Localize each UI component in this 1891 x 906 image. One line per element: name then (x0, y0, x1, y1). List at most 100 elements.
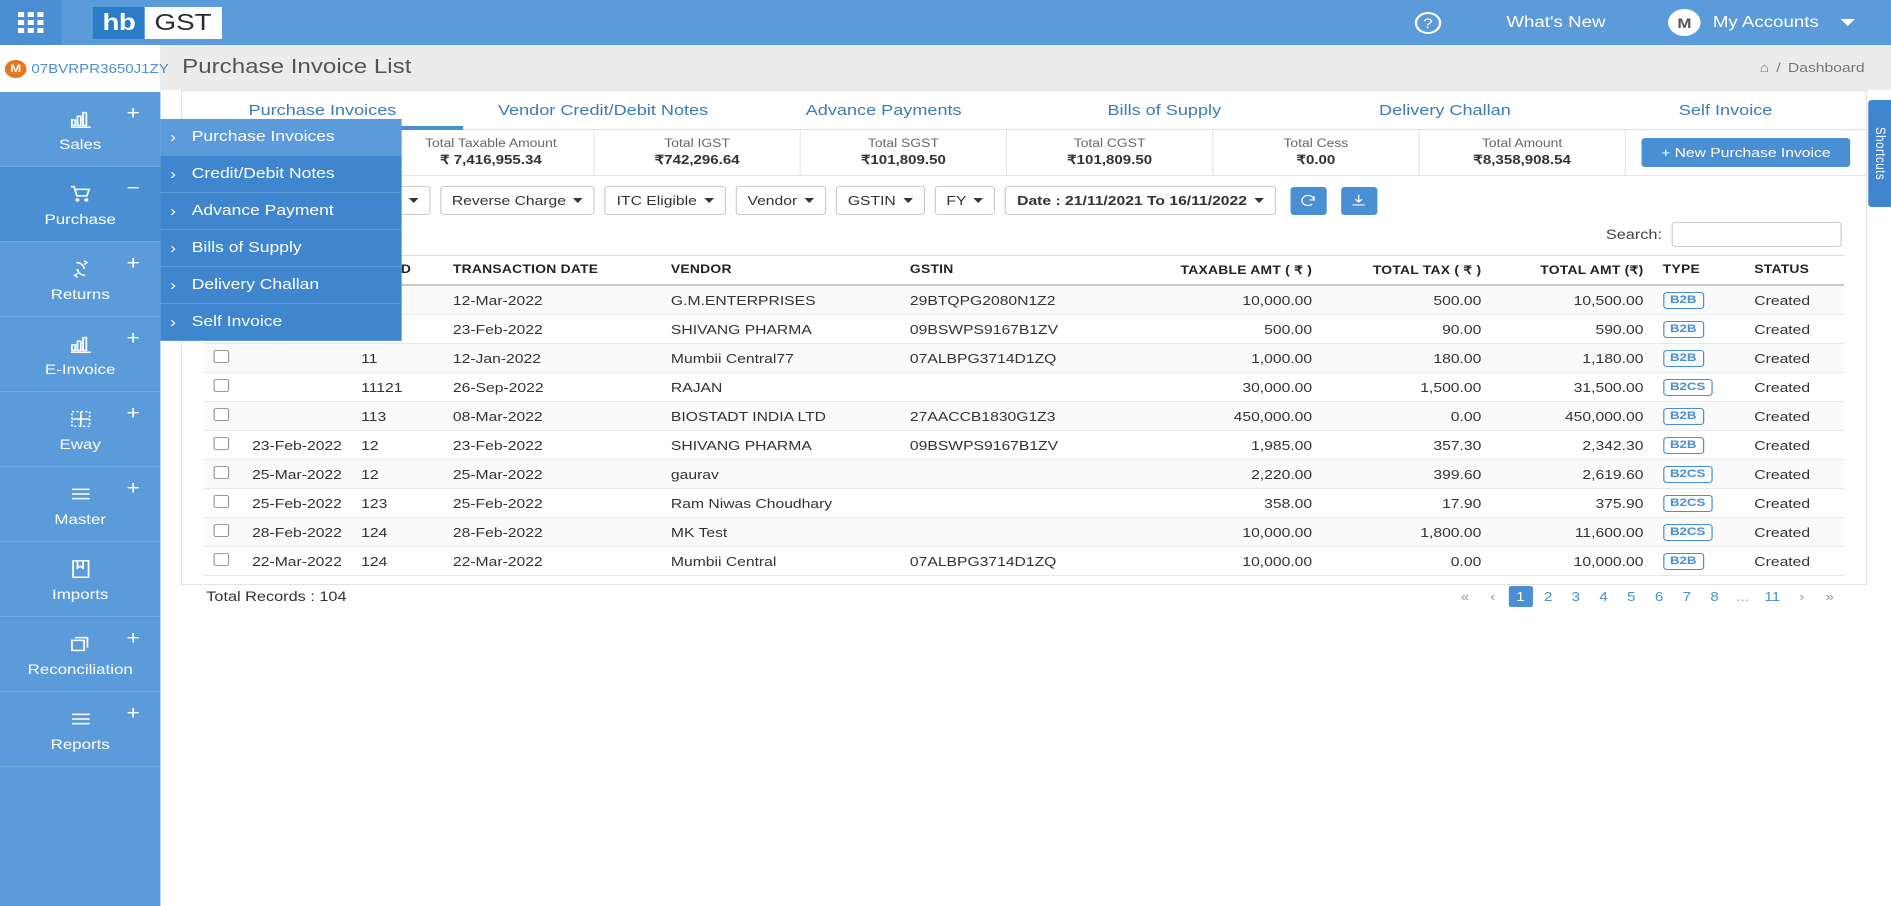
column-header-status[interactable]: STATUS (1744, 255, 1845, 286)
row-checkbox[interactable] (213, 553, 230, 566)
submenu-item-advance-payment[interactable]: › Advance Payment (160, 193, 402, 230)
apps-grid-button[interactable] (0, 0, 62, 45)
table-row[interactable]: 11 12-Jan-2022 Mumbii Central77 07ALBPG3714… (203, 343, 1845, 373)
page-button[interactable]: 8 (1703, 586, 1727, 607)
total-label: Total Cess (1283, 138, 1349, 150)
column-header-total_tax[interactable]: TOTAL TAX ( ₹ ) (1321, 255, 1491, 286)
cell-total_amt: 2,619.60 (1490, 459, 1654, 489)
search-input[interactable] (1671, 222, 1842, 247)
cell-status: Created (1744, 285, 1845, 315)
refresh-cycle-icon (67, 256, 94, 282)
table-row[interactable]: 22-Mar-2022 124 22-Mar-2022 Mumbii Central 0… (203, 546, 1845, 576)
tab-self-invoice[interactable]: Self Invoice (1585, 91, 1866, 129)
cell-type: B2B (1653, 546, 1745, 576)
expand-plus-icon[interactable]: + (127, 704, 140, 723)
table-row[interactable]: 0123-Feb-2022SHIVANG PHARMA09BSWPS9167B1… (203, 314, 1845, 344)
page-button[interactable]: 3 (1564, 586, 1588, 607)
sidebar-item-reconciliation[interactable]: Reconciliation + (0, 617, 161, 692)
home-icon[interactable]: ⌂ (1760, 60, 1769, 75)
expand-plus-icon[interactable]: + (127, 104, 140, 123)
row-checkbox[interactable] (213, 408, 230, 421)
filter-itc-eligible[interactable]: ITC Eligible (604, 186, 726, 215)
page-button[interactable]: 11 (1759, 586, 1787, 607)
sidebar-item-master[interactable]: Master + (0, 467, 161, 542)
sidebar-gstin-selector[interactable]: M 07BVRPR3650J1ZY (0, 45, 169, 92)
page-button[interactable]: 6 (1647, 586, 1671, 607)
column-header-type[interactable]: TYPE (1653, 255, 1745, 286)
my-accounts-menu[interactable]: M My Accounts (1668, 9, 1855, 36)
submenu-item-bills-of-supply[interactable]: › Bills of Supply (160, 230, 402, 267)
table-row[interactable]: 25-Feb-2022 123 25-Feb-2022 Ram Niwas Choud… (203, 488, 1845, 518)
page-button[interactable]: » (1818, 586, 1842, 607)
expand-plus-icon[interactable]: + (127, 254, 140, 273)
submenu-item-purchase-invoices[interactable]: › Purchase Invoices (160, 119, 402, 156)
page-button[interactable]: ... (1730, 586, 1755, 607)
column-header-txn_date[interactable]: TRANSACTION DATE (443, 255, 662, 286)
expand-plus-icon[interactable]: + (127, 629, 140, 648)
table-row[interactable]: 28-Feb-2022 124 28-Feb-2022 MK Test 10,000.0… (203, 517, 1845, 547)
expand-plus-icon[interactable]: + (127, 329, 140, 348)
page-button[interactable]: « (1453, 586, 1477, 607)
filter-date[interactable]: Date : 21/11/2021 To 16/11/2022 (1005, 186, 1276, 215)
filter-reverse-charge[interactable]: Reverse Charge (439, 186, 595, 215)
sidebar-item-reports[interactable]: Reports + (0, 692, 161, 767)
refresh-icon[interactable] (1290, 186, 1327, 215)
app-logo[interactable]: hb GST (92, 6, 223, 39)
new-purchase-invoice-button[interactable]: + New Purchase Invoice (1641, 138, 1850, 167)
page-button[interactable]: 5 (1619, 586, 1643, 607)
column-header-vendor[interactable]: VENDOR (661, 255, 901, 286)
submenu-item-delivery-challan[interactable]: › Delivery Challan (160, 267, 402, 304)
cell-date2: 25-Feb-2022 (242, 488, 352, 518)
filter-vendor[interactable]: Vendor (735, 186, 827, 215)
table-row[interactable]: 23-Feb-2022 12 23-Feb-2022 SHIVANG PHARMA 09… (203, 430, 1845, 460)
page-button[interactable]: ‹ (1481, 586, 1505, 607)
tab-delivery-challan[interactable]: Delivery Challan (1305, 91, 1586, 129)
table-row[interactable]: 11121 26-Sep-2022 RAJAN 30,000.00 1,500.00 31… (203, 372, 1845, 402)
collapse-minus-icon[interactable]: − (127, 179, 140, 198)
page-button[interactable]: 4 (1592, 586, 1616, 607)
cell-gstin: 09BSWPS9167B1ZV (900, 314, 1123, 344)
sidebar-item-purchase[interactable]: Purchase − (0, 167, 161, 242)
table-row[interactable]: 00112-Mar-2022G.M.ENTERPRISES29BTQPG2080… (203, 285, 1845, 315)
status-badge: B2CS (1662, 495, 1713, 512)
cell-status: Created (1744, 372, 1845, 402)
page-button[interactable]: 1 (1508, 586, 1533, 607)
tab-advance-payments[interactable]: Advance Payments (743, 91, 1024, 129)
row-checkbox[interactable] (213, 495, 230, 508)
question-mark-icon[interactable]: ? (1414, 11, 1442, 34)
page-button[interactable]: 2 (1536, 586, 1560, 607)
shortcuts-tab[interactable]: Shortcuts (1868, 100, 1891, 207)
download-icon[interactable] (1341, 186, 1378, 215)
submenu-item-self-invoice[interactable]: › Self Invoice (160, 304, 402, 341)
filter-fy[interactable]: FY (934, 186, 996, 215)
sidebar-item-sales[interactable]: Sales + (0, 92, 161, 167)
row-checkbox[interactable] (213, 379, 230, 392)
submenu-item-credit-debit-notes[interactable]: › Credit/Debit Notes (160, 156, 402, 193)
filter-gstin[interactable]: GSTIN (835, 186, 925, 215)
cell-vendor: Mumbii Central (661, 546, 901, 576)
whats-new-link[interactable]: What's New (1506, 14, 1605, 32)
tab-vendor-credit-debit-notes[interactable]: Vendor Credit/Debit Notes (463, 91, 744, 129)
table-row[interactable]: 113 08-Mar-2022 BIOSTADT INDIA LTD 27AACCB1… (203, 401, 1845, 431)
table-row[interactable]: 25-Mar-2022 12 25-Mar-2022 gaurav 2,220.00 39… (203, 459, 1845, 489)
page-button[interactable]: › (1790, 586, 1814, 607)
column-header-total_amt[interactable]: TOTAL AMT (₹) (1490, 255, 1654, 286)
row-checkbox[interactable] (213, 350, 230, 363)
column-header-gstin[interactable]: GSTIN (900, 255, 1123, 286)
sidebar-item-e-invoice[interactable]: E-Invoice + (0, 317, 161, 392)
page-button[interactable]: 7 (1675, 586, 1699, 607)
row-checkbox[interactable] (213, 437, 230, 450)
expand-plus-icon[interactable]: + (127, 404, 140, 423)
dashed-square-icon (67, 406, 94, 432)
sidebar-item-label: Imports (52, 586, 109, 602)
sidebar-item-eway[interactable]: Eway + (0, 392, 161, 467)
row-checkbox[interactable] (213, 524, 230, 537)
breadcrumb-current[interactable]: Dashboard (1788, 60, 1865, 75)
cell-date2: 25-Mar-2022 (242, 459, 352, 489)
sidebar-item-imports[interactable]: Imports (0, 542, 161, 617)
row-checkbox[interactable] (213, 466, 230, 479)
sidebar-item-returns[interactable]: Returns + (0, 242, 161, 317)
column-header-taxable[interactable]: TAXABLE AMT ( ₹ ) (1122, 255, 1322, 286)
expand-plus-icon[interactable]: + (127, 479, 140, 498)
tab-bills-of-supply[interactable]: Bills of Supply (1024, 91, 1305, 129)
